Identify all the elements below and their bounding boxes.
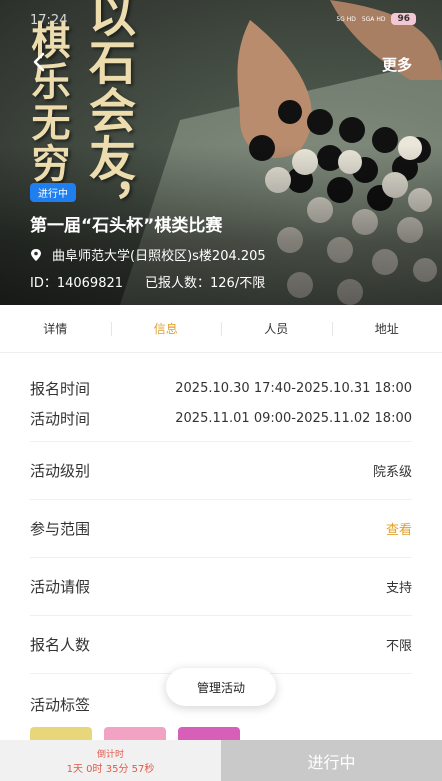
count-label: 报名人数	[30, 636, 91, 654]
signup-count: 已报人数：126/不限	[145, 276, 266, 291]
calligraphy-line1: 棋乐无穷	[25, 20, 71, 184]
network-indicator-2: 5GA HD	[361, 15, 386, 23]
activity-meta: ID：14069821 已报人数：126/不限	[30, 272, 265, 291]
activity-title: 第一届“石头杯”棋类比赛	[30, 216, 223, 236]
activity-location: 曲阜师范大学(日照校区)s楼204.205	[30, 245, 266, 264]
bottom-bar: 倒计时 1天 0时 35分 57秒 进行中	[0, 740, 442, 781]
level-label: 活动级别	[30, 462, 91, 480]
activity-id: ID：14069821	[30, 276, 124, 291]
countdown: 倒计时 1天 0时 35分 57秒	[0, 740, 221, 781]
tab-address[interactable]: 地址	[331, 305, 442, 352]
tag-chip	[30, 727, 92, 741]
tab-members[interactable]: 人员	[221, 305, 332, 352]
time-section: 报名时间 2025.10.30 17:40-2025.10.31 18:00 活…	[30, 353, 412, 442]
back-button[interactable]	[26, 48, 52, 76]
chevron-left-icon	[33, 52, 45, 72]
level-value: 院系级	[372, 465, 412, 480]
activity-time-row: 活动时间 2025.11.01 09:00-2025.11.02 18:00	[30, 403, 412, 433]
level-row: 活动级别 院系级	[30, 442, 412, 500]
battery-icon: 96	[391, 13, 416, 25]
tab-bar: 详情 信息 人员 地址	[0, 305, 442, 353]
location-text: 曲阜师范大学(日照校区)s楼204.205	[52, 249, 266, 264]
tag-chip	[104, 727, 166, 741]
count-row: 报名人数 不限	[30, 616, 412, 674]
status-icons: 5G HD 5GA HD 96	[336, 13, 416, 25]
manage-activity-button[interactable]: 管理活动	[166, 668, 276, 706]
activity-time-value: 2025.11.01 09:00-2025.11.02 18:00	[175, 410, 412, 426]
signup-time-label: 报名时间	[30, 379, 91, 398]
activity-time-label: 活动时间	[30, 409, 91, 428]
tag-list	[30, 727, 240, 741]
tab-details[interactable]: 详情	[0, 305, 111, 352]
location-pin-icon	[31, 248, 41, 261]
tag-chip	[178, 727, 240, 741]
signup-time-value: 2025.10.30 17:40-2025.10.31 18:00	[175, 380, 412, 396]
count-value: 不限	[385, 639, 412, 654]
network-indicator-1: 5G HD	[336, 15, 356, 23]
scope-label: 参与范围	[30, 520, 91, 538]
leave-value: 支持	[385, 581, 412, 596]
tags-label: 活动标签	[30, 695, 91, 714]
tab-info[interactable]: 信息	[110, 305, 222, 352]
more-button[interactable]: 更多	[382, 54, 412, 75]
scope-view-link[interactable]: 查看	[386, 519, 412, 538]
leave-label: 活动请假	[30, 578, 91, 596]
calligraphy-line2: 以石会友，	[80, 0, 135, 230]
activity-status-button[interactable]: 进行中	[221, 740, 442, 781]
signup-time-row: 报名时间 2025.10.30 17:40-2025.10.31 18:00	[30, 373, 412, 403]
countdown-value: 1天 0时 35分 57秒	[66, 763, 155, 775]
scope-row: 参与范围 查看	[30, 500, 412, 558]
countdown-title: 倒计时	[96, 749, 124, 760]
status-badge: 进行中	[30, 183, 76, 202]
leave-row: 活动请假 支持	[30, 558, 412, 616]
